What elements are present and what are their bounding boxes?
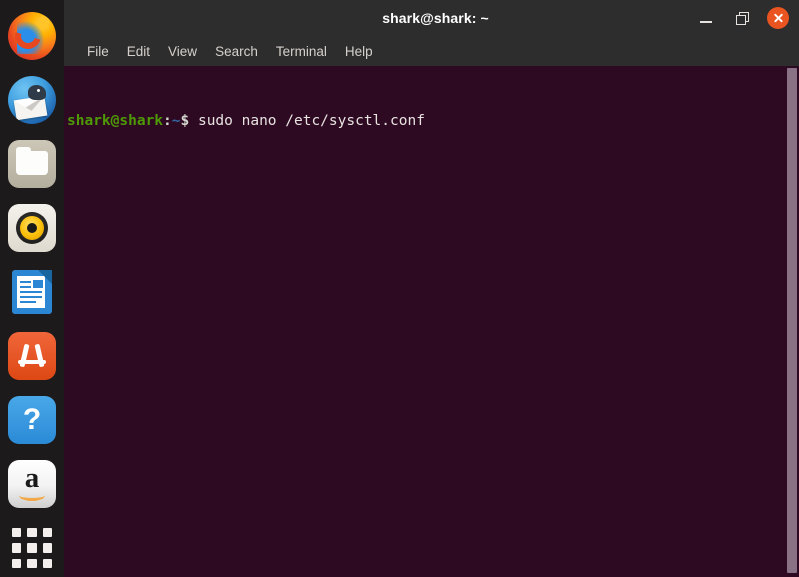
menu-item-help[interactable]: Help bbox=[336, 41, 382, 62]
scrollbar-thumb[interactable] bbox=[787, 68, 797, 573]
launcher-item-firefox[interactable] bbox=[0, 4, 64, 68]
menu-item-file[interactable]: File bbox=[78, 41, 118, 62]
terminal-line: shark@shark:~$ sudo nano /etc/sysctl.con… bbox=[65, 111, 799, 132]
launcher-item-show-applications[interactable] bbox=[0, 516, 64, 577]
launcher-item-thunderbird[interactable] bbox=[0, 68, 64, 132]
minimize-button[interactable] bbox=[694, 6, 718, 30]
close-icon bbox=[767, 7, 789, 29]
amazon-icon: a bbox=[8, 460, 56, 508]
launcher-item-files[interactable] bbox=[0, 132, 64, 196]
terminal-view[interactable]: shark@shark:~$ sudo nano /etc/sysctl.con… bbox=[64, 66, 799, 577]
desktop-screen: ? a shark@shark: ~ File Edit View Search… bbox=[0, 0, 799, 577]
close-button[interactable] bbox=[766, 6, 790, 30]
terminal-menubar: File Edit View Search Terminal Help bbox=[64, 36, 799, 66]
menu-item-edit[interactable]: Edit bbox=[118, 41, 159, 62]
launcher-item-rhythmbox[interactable] bbox=[0, 196, 64, 260]
unity-launcher: ? a bbox=[0, 0, 64, 577]
amazon-glyph: a bbox=[24, 462, 40, 494]
help-glyph: ? bbox=[8, 396, 56, 444]
launcher-item-amazon[interactable]: a bbox=[0, 452, 64, 516]
launcher-item-ubuntu-software[interactable] bbox=[0, 324, 64, 388]
terminal-command: sudo nano /etc/sysctl.conf bbox=[189, 113, 425, 130]
prompt-colon: : bbox=[163, 113, 172, 130]
rhythmbox-speaker-icon bbox=[8, 204, 56, 252]
app-grid-icon bbox=[12, 528, 52, 568]
window-title: shark@shark: ~ bbox=[382, 10, 489, 26]
window-controls bbox=[694, 0, 790, 36]
prompt-sigil: $ bbox=[180, 113, 190, 130]
maximize-icon bbox=[735, 11, 749, 25]
menu-item-search[interactable]: Search bbox=[206, 41, 267, 62]
menu-item-terminal[interactable]: Terminal bbox=[267, 41, 336, 62]
prompt-user-host: shark@shark bbox=[67, 113, 164, 130]
terminal-window: shark@shark: ~ File Edit View Search Ter… bbox=[64, 0, 799, 577]
files-folder-icon bbox=[8, 140, 56, 188]
menu-item-view[interactable]: View bbox=[159, 41, 206, 62]
launcher-item-help[interactable]: ? bbox=[0, 388, 64, 452]
terminal-output: shark@shark:~$ sudo nano /etc/sysctl.con… bbox=[64, 66, 799, 173]
prompt-path: ~ bbox=[171, 113, 181, 130]
libreoffice-writer-icon bbox=[8, 268, 56, 316]
minimize-icon bbox=[700, 20, 712, 23]
maximize-button[interactable] bbox=[730, 6, 754, 30]
thunderbird-icon bbox=[8, 76, 56, 124]
launcher-item-libreoffice-writer[interactable] bbox=[0, 260, 64, 324]
help-question-icon: ? bbox=[8, 396, 56, 444]
window-titlebar[interactable]: shark@shark: ~ bbox=[64, 0, 799, 36]
terminal-scrollbar[interactable] bbox=[785, 66, 799, 577]
ubuntu-software-icon bbox=[8, 332, 56, 380]
firefox-icon bbox=[8, 12, 56, 60]
